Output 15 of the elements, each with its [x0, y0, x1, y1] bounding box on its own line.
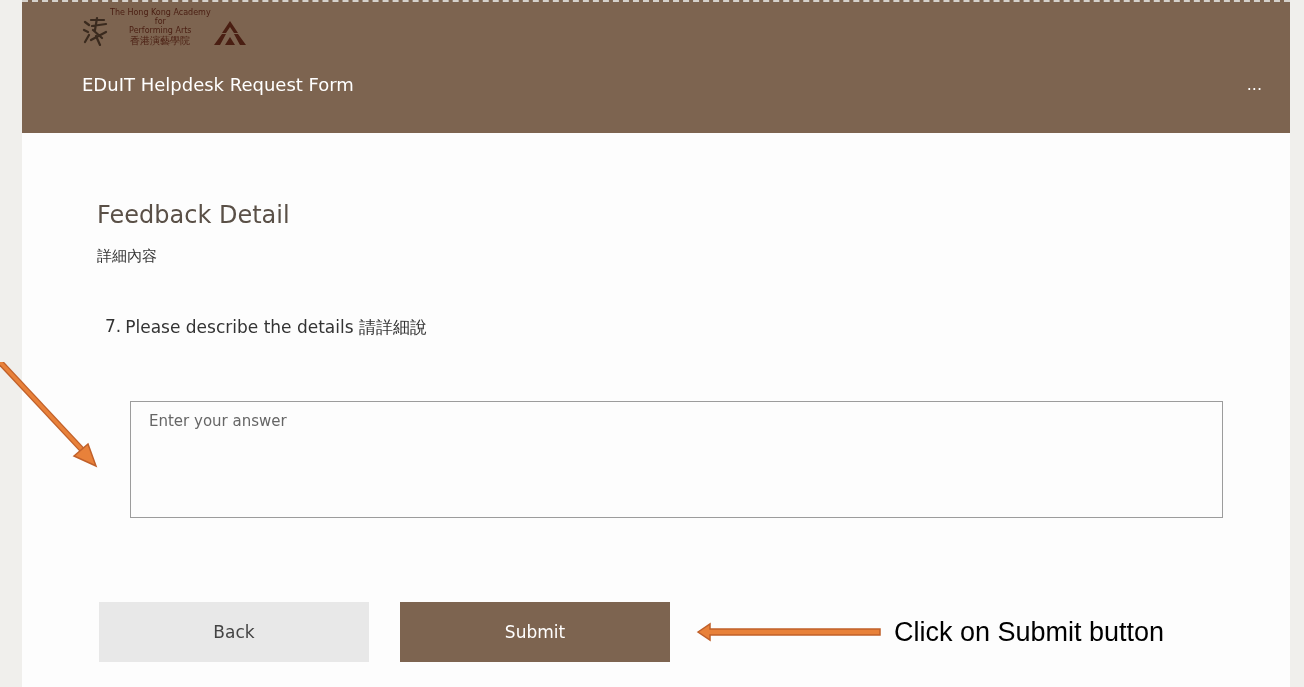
- logo-text: for: [154, 17, 166, 26]
- question-number: 7.: [105, 316, 122, 338]
- submit-button[interactable]: Submit: [400, 602, 670, 662]
- form-title: EDuIT Helpdesk Request Form: [82, 74, 354, 95]
- triangle-logo-icon: [212, 20, 247, 46]
- logo-text: The Hong Kong Academy: [110, 8, 211, 17]
- back-button[interactable]: Back: [99, 602, 369, 662]
- answer-field[interactable]: Enter your answer: [130, 401, 1223, 518]
- more-button[interactable]: ...: [1242, 75, 1266, 94]
- calligraphy-drawing: [82, 16, 108, 46]
- question-text: Please describe the details 請詳細說: [125, 316, 427, 339]
- annotation-text: Click on Submit button: [894, 616, 1165, 648]
- logo-text: Performing Arts: [129, 26, 192, 35]
- section-title: Feedback Detail: [97, 201, 291, 229]
- section-subtitle: 詳細內容: [97, 247, 158, 266]
